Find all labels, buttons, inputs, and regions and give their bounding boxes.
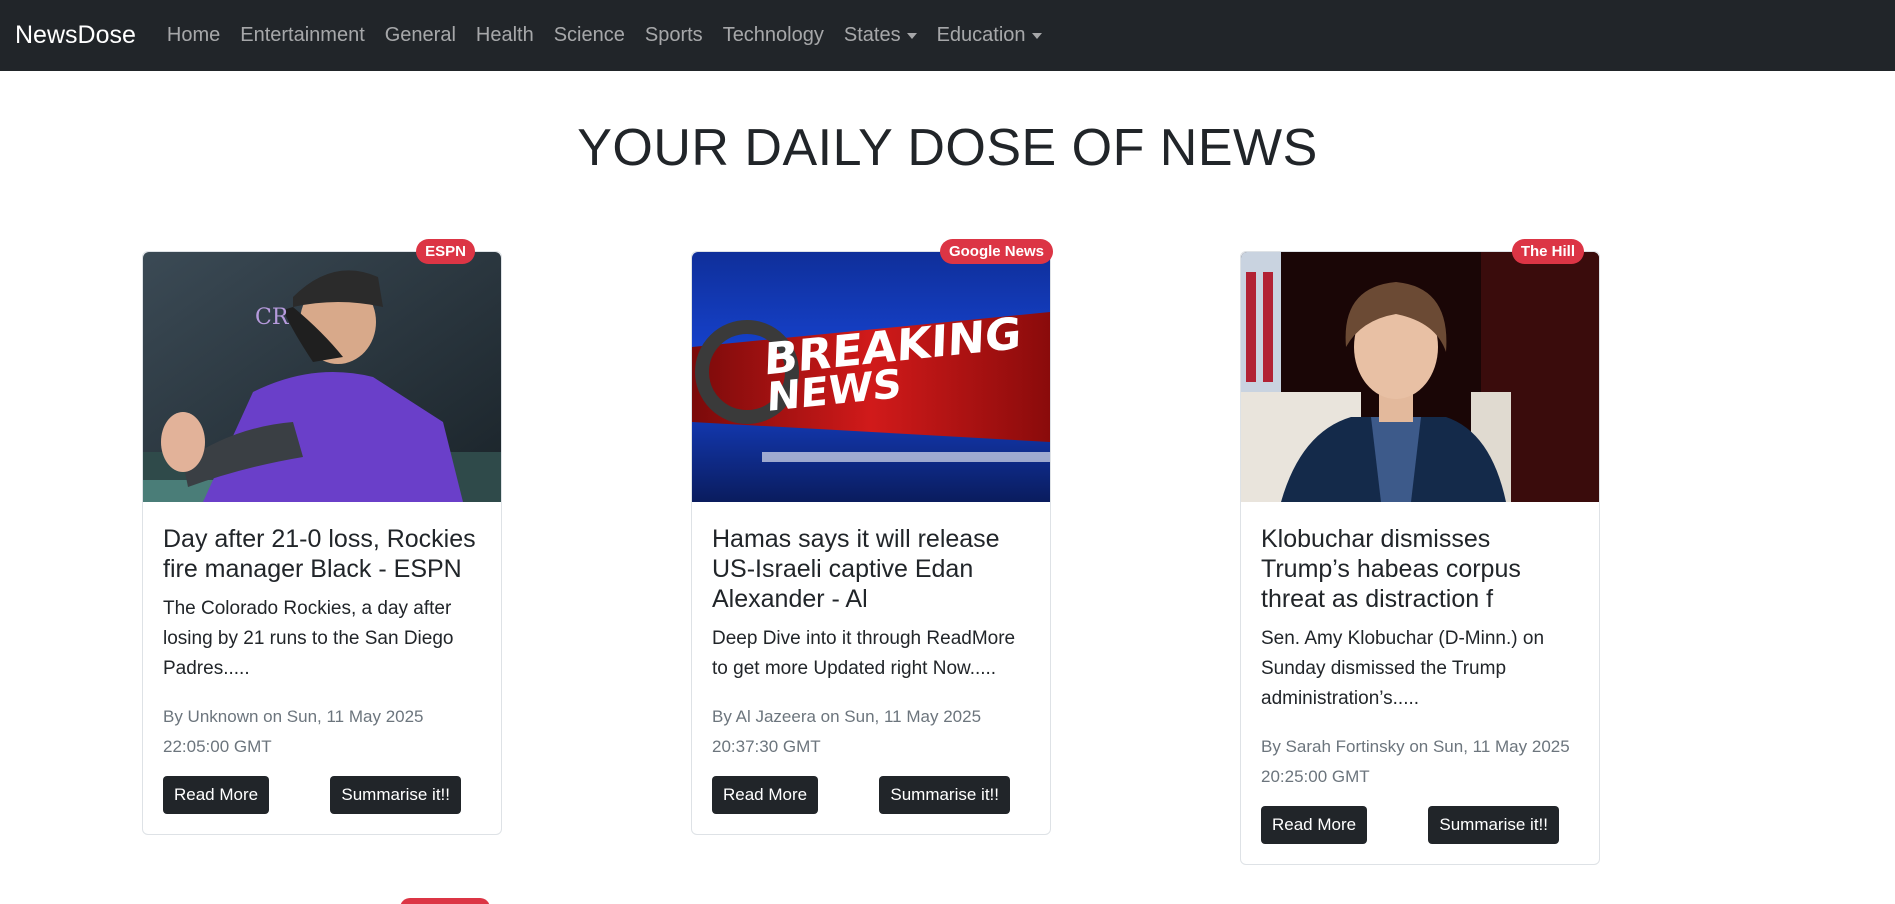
news-card: ESPN CR Day after 21-0 loss, Rockies fir… [142,239,502,835]
page-title: YOUR DAILY DOSE OF NEWS [577,119,1318,177]
card-actions: Read More Summarise it!! [1261,806,1579,844]
article-title: Klobuchar dismisses Trump’s habeas corpu… [1261,525,1521,613]
article-image-baseball-manager[interactable]: CR [143,252,501,502]
nav-link-sports[interactable]: Sports [645,24,703,47]
read-more-button[interactable]: Read More [712,776,819,814]
article-description: The Colorado Rockies, a day after losing… [163,598,454,679]
svg-text:CR: CR [255,305,290,330]
summarise-button[interactable]: Summarise it!! [879,776,1010,814]
nav-link-entertainment[interactable]: Entertainment [240,24,365,47]
article-title: Day after 21-0 loss, Rockies fire manage… [163,525,476,583]
article-image-senator-portrait[interactable] [1241,252,1599,502]
article-image-breaking-news[interactable]: BREAKING NEWS [692,252,1050,502]
card-actions: Read More Summarise it!! [712,776,1030,814]
nav-dropdown-states-label: States [843,24,901,46]
source-badge: The Hill [1511,239,1584,264]
article-title: Hamas says it will release US-Israeli ca… [712,525,1000,613]
news-card: The Hill Klobuchar dismisses Trump’s hab… [1240,239,1600,865]
source-badge: ESPN [416,239,475,264]
nav-link-health[interactable]: Health [476,24,534,47]
chevron-down-icon [906,32,917,39]
nav-dropdown-education-label: Education [936,24,1026,46]
nav-link-home[interactable]: Home [167,24,220,47]
source-badge: Google News [939,239,1053,264]
article-meta: By Al Jazeera on Sun, 11 May 2025 20:37:… [712,707,982,756]
nav-link-science[interactable]: Science [554,24,625,47]
card-actions: Read More Summarise it!! [163,776,481,814]
nav-dropdown-education[interactable]: Education [937,24,1042,47]
next-row-source-badge [400,898,490,904]
article-description: Sen. Amy Klobuchar (D-Minn.) on Sunday d… [1261,628,1545,709]
read-more-button[interactable]: Read More [1261,806,1368,844]
article-meta: By Sarah Fortinsky on Sun, 11 May 2025 2… [1261,737,1570,786]
nav-dropdown-states[interactable]: States [844,24,917,47]
summarise-button[interactable]: Summarise it!! [330,776,461,814]
article-meta: By Unknown on Sun, 11 May 2025 22:05:00 … [163,707,424,756]
nav-link-technology[interactable]: Technology [723,24,824,47]
news-card: Google News BREAKING NEWS Hamas says it … [691,239,1053,835]
chevron-down-icon [1031,32,1042,39]
brand-logo-link[interactable]: NewsDose [15,21,136,50]
summarise-button[interactable]: Summarise it!! [1428,806,1559,844]
nav-link-general[interactable]: General [385,24,456,47]
top-navbar: NewsDose Home Entertainment General Heal… [0,0,1895,71]
read-more-button[interactable]: Read More [163,776,270,814]
article-description: Deep Dive into it through ReadMore to ge… [712,628,1016,679]
